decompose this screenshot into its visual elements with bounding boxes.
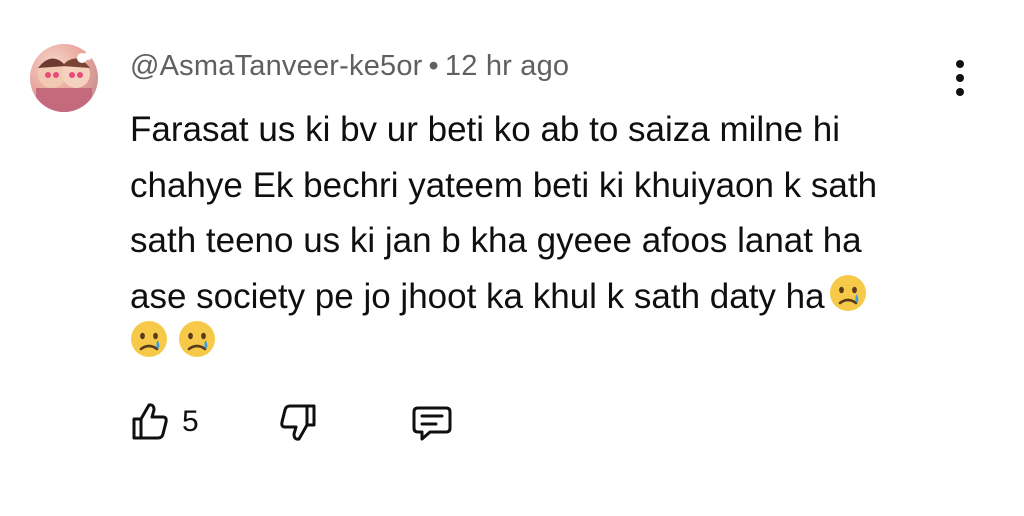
more-dot: [956, 60, 964, 68]
more-dot: [956, 74, 964, 82]
reply-comment-icon: [412, 406, 452, 441]
thumbs-up-icon: [132, 403, 168, 440]
comment-time: 12 hr ago: [444, 50, 570, 82]
meta-separator: •: [428, 50, 439, 82]
comment-body: Farasat us ki bv ur beti ko ab to saiza …: [130, 102, 950, 324]
like-button[interactable]: 5: [128, 398, 199, 446]
emoji-row: [128, 318, 218, 360]
thumbs-down-icon: [280, 404, 316, 441]
like-count: 5: [182, 405, 199, 438]
comment-meta: @AsmaTanveer-ke5or • 12 hr ago: [130, 50, 569, 83]
avatar[interactable]: [30, 44, 98, 112]
author-name[interactable]: @AsmaTanveer-ke5or: [130, 50, 423, 82]
reply-button[interactable]: [410, 398, 454, 446]
more-options-button[interactable]: [945, 60, 975, 96]
crying-face-emoji: [827, 272, 869, 314]
comment-text: Farasat us ki bv ur beti ko ab to saiza …: [130, 110, 878, 316]
crying-face-emoji: [131, 321, 167, 357]
more-dot: [956, 88, 964, 96]
crying-face-emoji: [179, 321, 215, 357]
avatar-image: [36, 52, 92, 112]
dislike-button[interactable]: [276, 398, 320, 446]
